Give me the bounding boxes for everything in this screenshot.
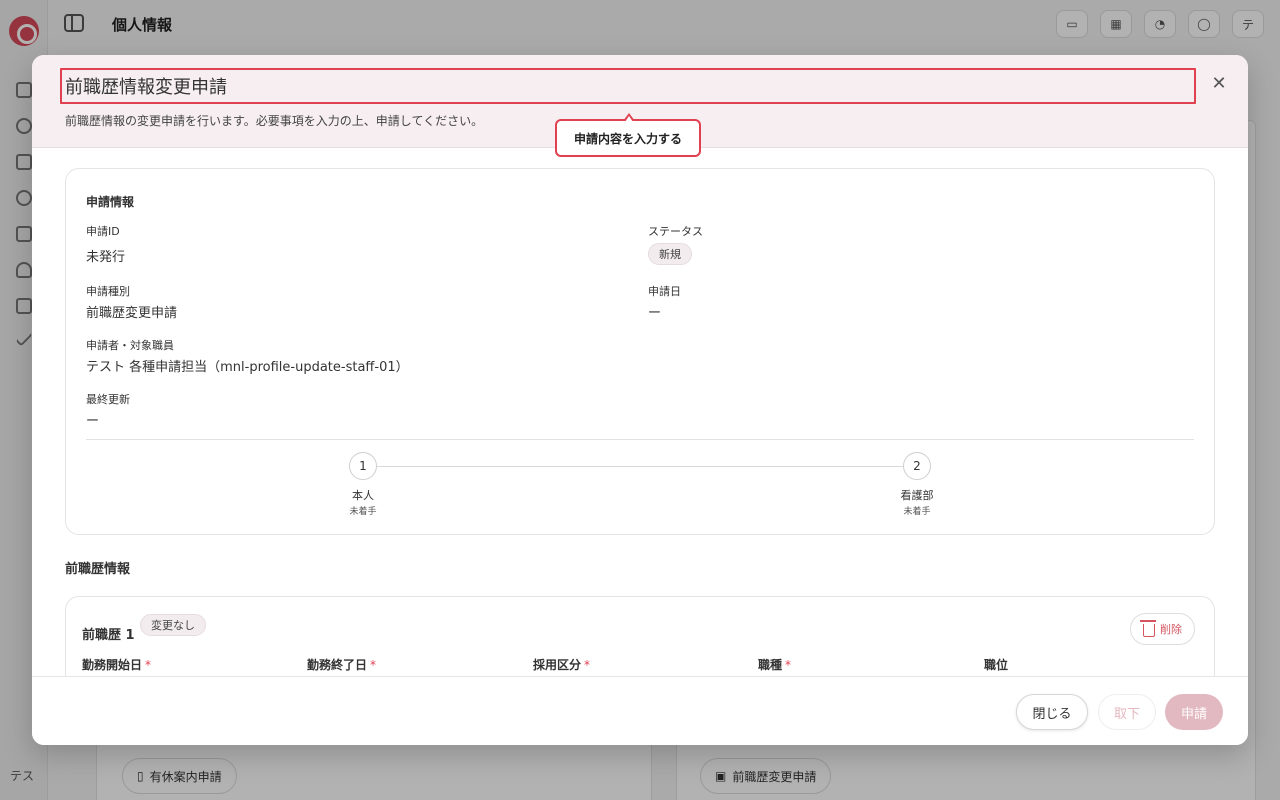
status-label: ステータス: [648, 225, 703, 238]
start-date-text: 勤務開始日: [82, 658, 143, 672]
delete-label: 削除: [1160, 623, 1182, 636]
modal-footer: 閉じる 取下 申請: [32, 676, 1248, 745]
title-highlight-box: [60, 68, 1196, 104]
step-1-circle: 1: [349, 452, 377, 480]
application-type-label: 申請種別: [86, 285, 130, 298]
start-date-label: 勤務開始日 *: [82, 656, 151, 673]
application-type-value: 前職歴変更申請: [86, 306, 178, 321]
prior-job-section-title: 前職歴情報: [65, 562, 131, 577]
application-date-value: ー: [648, 306, 662, 321]
close-icon[interactable]: ✕: [1208, 73, 1230, 95]
application-info-title: 申請情報: [86, 195, 135, 209]
required-mark: *: [785, 658, 792, 672]
end-date-label: 勤務終了日 *: [307, 656, 376, 673]
prior-job-title: 前職歴 1: [82, 628, 135, 643]
divider: [86, 439, 1194, 440]
position-label: 職位: [984, 656, 1008, 673]
stepper-line: [363, 466, 917, 467]
required-mark: *: [370, 658, 377, 672]
applicant-label: 申請者・対象職員: [86, 339, 174, 352]
change-status-badge: 変更なし: [140, 614, 206, 636]
applicant-value: テスト 各種申請担当（mnl-profile-update-staff-01）: [86, 360, 409, 375]
required-mark: *: [145, 658, 152, 672]
close-button[interactable]: 閉じる: [1016, 694, 1088, 730]
application-info-card: 申請情報 申請ID 未発行 ステータス 新規 申請種別 前職歴変更申請 申請日 …: [65, 168, 1215, 535]
step-2-circle: 2: [903, 452, 931, 480]
application-date-label: 申請日: [648, 285, 681, 298]
end-date-text: 勤務終了日: [307, 658, 368, 672]
trash-icon: [1140, 620, 1156, 637]
step-1-status: 未着手: [349, 507, 377, 517]
step-2-name: 看護部: [900, 489, 934, 502]
application-id-value: 未発行: [86, 250, 126, 265]
required-mark: *: [584, 658, 591, 672]
application-id-label: 申請ID: [86, 225, 120, 238]
employment-type-text: 採用区分: [533, 658, 582, 672]
delete-button[interactable]: 削除: [1130, 613, 1195, 645]
status-badge: 新規: [648, 243, 692, 265]
step-2-status: 未着手: [903, 507, 931, 517]
guide-tooltip: 申請内容を入力する: [555, 113, 701, 157]
modal-body[interactable]: 申請情報 申請ID 未発行 ステータス 新規 申請種別 前職歴変更申請 申請日 …: [32, 148, 1248, 676]
position-text: 職位: [984, 658, 1009, 672]
occupation-text: 職種: [758, 658, 783, 672]
modal-description: 前職歴情報の変更申請を行います。必要事項を入力の上、申請してください。: [65, 114, 484, 128]
last-updated-label: 最終更新: [86, 393, 130, 406]
last-updated-value: ー: [86, 414, 100, 429]
application-modal: 前職歴情報変更申請 前職歴情報の変更申請を行います。必要事項を入力の上、申請して…: [32, 55, 1248, 745]
submit-button[interactable]: 申請: [1165, 694, 1223, 730]
step-1-name: 本人: [352, 489, 374, 502]
employment-type-label: 採用区分 *: [533, 656, 590, 673]
prior-job-card: 前職歴 1 変更なし 削除 勤務開始日 * 勤務終了日 * 採用区分 * 職種 * 職位: [65, 596, 1215, 676]
occupation-label: 職種 *: [758, 656, 791, 673]
withdraw-button[interactable]: 取下: [1098, 694, 1156, 730]
